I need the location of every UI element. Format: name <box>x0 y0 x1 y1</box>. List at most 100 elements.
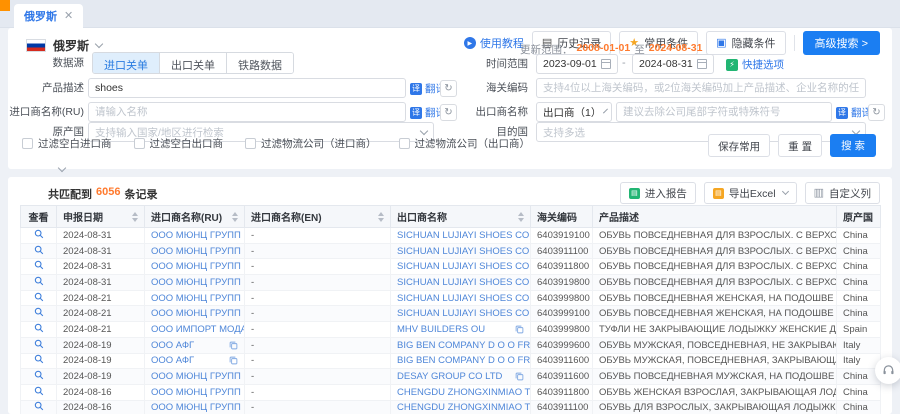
sort-icon[interactable] <box>132 212 138 222</box>
exporter-link[interactable]: DESAY GROUP CO LTD <box>397 371 502 382</box>
view-row-icon[interactable] <box>34 276 44 286</box>
view-row-icon[interactable] <box>34 339 44 349</box>
exporter-link[interactable]: MHV BUILDERS OU <box>397 324 485 335</box>
exporter-link[interactable]: SICHUAN LUJIAYI SHOES CO LTD <box>397 277 531 288</box>
enter-report-button[interactable]: ▤ 进入报告 <box>620 182 696 204</box>
country-name: 俄罗斯 <box>53 37 89 54</box>
exporter-link[interactable]: BIG BEN COMPANY D O O FROM BEST T <box>397 340 531 351</box>
tab-export-declarations[interactable]: 出口关单 <box>160 53 227 73</box>
view-row-icon[interactable] <box>34 260 44 270</box>
view-row-icon[interactable] <box>34 354 44 364</box>
cell-hs-code: 6403999800 <box>531 322 593 338</box>
cell-date: 2024-08-19 <box>57 337 145 353</box>
importer-ru-link[interactable]: ООО МЮНЦ ГРУПП <box>151 402 241 413</box>
copy-icon[interactable] <box>515 325 524 334</box>
view-row-icon[interactable] <box>34 323 44 333</box>
translate-icon: 译 <box>836 107 848 119</box>
cell-description: ОБУВЬ ПОВСЕДНЕВНАЯ МУЖСКАЯ, НА ПОДОШВЕ И… <box>593 369 837 385</box>
hide-conditions-button[interactable]: ▣ 隐藏条件 <box>706 31 785 55</box>
importer-ru-link[interactable]: ООО МЮНЦ ГРУПП <box>151 387 241 398</box>
exporter-input[interactable] <box>623 106 825 118</box>
date-to-input[interactable]: 2024-08-31 <box>632 54 714 74</box>
results-summary: 共匹配到6056条记录 <box>48 186 157 202</box>
sort-icon[interactable] <box>232 212 238 222</box>
cell-description: ОБУВЬ ПОВСЕДНЕВНАЯ ЖЕНСКАЯ, НА ПОДОШВЕ И… <box>593 290 837 306</box>
copy-icon[interactable] <box>515 372 524 381</box>
exporter-link[interactable]: BIG BEN COMPANY D O O FROM BEST T <box>397 355 531 366</box>
chevron-down-icon <box>95 40 103 48</box>
exporter-type-select[interactable]: 出口商（1） <box>536 102 612 122</box>
exporter-link[interactable]: SICHUAN LUJIAYI SHOES CO LTD <box>397 293 531 304</box>
product-input[interactable] <box>95 82 399 94</box>
view-row-icon[interactable] <box>34 370 44 380</box>
exporter-link[interactable]: SICHUAN LUJIAYI SHOES CO LTD <box>397 246 531 257</box>
copy-icon[interactable] <box>229 341 238 350</box>
tab-rail-data[interactable]: 铁路数据 <box>227 53 293 73</box>
field-history-icon[interactable]: ↻ <box>868 104 885 121</box>
importer-ru-link[interactable]: ООО ИМПОРТ МОДА <box>151 324 245 335</box>
date-from-input[interactable]: 2023-09-01 <box>536 54 618 74</box>
exporter-link[interactable]: SICHUAN LUJIAYI SHOES CO LTD <box>397 230 531 241</box>
cell-date: 2024-08-19 <box>57 353 145 369</box>
view-row-icon[interactable] <box>34 292 44 302</box>
tab-bar: 俄罗斯 ✕ <box>0 0 900 28</box>
importer-ru-link[interactable]: ООО МЮНЦ ГРУПП <box>151 230 241 241</box>
tab-import-declarations[interactable]: 进口关单 <box>93 53 160 73</box>
importer-ru-link[interactable]: ООО МЮНЦ ГРУПП <box>151 246 241 257</box>
cell-exporter: SICHUAN LUJIAYI SHOES CO LTD <box>391 228 531 244</box>
customer-service-button[interactable] <box>875 357 900 384</box>
copy-icon[interactable] <box>229 356 238 365</box>
checkbox-filter-logistics-exporter[interactable]: 过滤物流公司（出口商） <box>399 136 531 151</box>
view-row-icon[interactable] <box>34 386 44 396</box>
tutorial-link[interactable]: ▶ 使用教程 <box>464 35 524 51</box>
excel-icon: ▤ <box>713 188 724 199</box>
importer-ru-link[interactable]: ООО МЮНЦ ГРУПП <box>151 371 241 382</box>
view-row-icon[interactable] <box>34 229 44 239</box>
translate-link[interactable]: 译 翻译 <box>836 105 872 120</box>
cell-exporter: SICHUAN LUJIAYI SHOES CO LTD <box>391 259 531 275</box>
country-selector[interactable]: 俄罗斯 <box>26 37 102 54</box>
checkbox-filter-blank-exporter[interactable]: 过滤空白出口商 <box>134 136 224 151</box>
exporter-link[interactable]: SICHUAN LUJIAYI SHOES CO LTD <box>397 261 531 272</box>
results-panel: 共匹配到6056条记录 ▤ 进入报告 ▤ 导出Excel ▥ 自定义列 <box>8 177 892 414</box>
cell-exporter: CHENGDU ZHONGXINMIAO TRADING C <box>391 400 531 414</box>
sort-icon[interactable] <box>518 212 524 222</box>
importer-ru-link[interactable]: ООО МЮНЦ ГРУПП <box>151 293 241 304</box>
checkbox-filter-logistics-importer[interactable]: 过滤物流公司（进口商） <box>245 136 377 151</box>
advanced-search-button[interactable]: 高级搜索 > <box>803 31 880 55</box>
exporter-link[interactable]: CHENGDU ZHONGXINMIAO TRADING C <box>397 402 531 413</box>
importer-ru-link[interactable]: ООО МЮНЦ ГРУПП <box>151 308 241 319</box>
exporter-link[interactable]: SICHUAN LUJIAYI SHOES CO LTD <box>397 308 531 319</box>
view-row-icon[interactable] <box>34 307 44 317</box>
cell-origin: Italy <box>837 353 881 369</box>
cell-importer-ru: ООО МЮНЦ ГРУПП <box>145 243 245 259</box>
importer-ru-link[interactable]: ООО МЮНЦ ГРУПП <box>151 261 241 272</box>
tab-russia[interactable]: 俄罗斯 ✕ <box>14 4 83 28</box>
importer-input[interactable] <box>95 106 399 118</box>
reset-button[interactable]: 重 置 <box>778 134 822 157</box>
customize-columns-button[interactable]: ▥ 自定义列 <box>805 182 880 204</box>
cell-date: 2024-08-31 <box>57 243 145 259</box>
export-excel-button[interactable]: ▤ 导出Excel <box>704 182 797 204</box>
sort-icon[interactable] <box>378 212 384 222</box>
cell-importer-ru: ООО АФГ <box>145 337 245 353</box>
quick-options-link[interactable]: ⚡ 快捷选项 <box>726 57 784 72</box>
view-row-icon[interactable] <box>34 245 44 255</box>
importer-ru-link[interactable]: ООО АФГ <box>151 355 194 366</box>
save-favorite-button[interactable]: 保存常用 <box>708 134 770 157</box>
importer-ru-link[interactable]: ООО МЮНЦ ГРУПП <box>151 277 241 288</box>
search-button[interactable]: 搜 索 <box>830 134 876 157</box>
hide-conditions-icon: ▣ <box>716 38 726 49</box>
cell-description: ОБУВЬ ПОВСЕДНЕВНАЯ ДЛЯ ВЗРОСЛЫХ. С ВЕРХО… <box>593 275 837 291</box>
cell-importer-ru: ООО МЮНЦ ГРУПП <box>145 228 245 244</box>
cell-hs-code: 6403999100 <box>531 306 593 322</box>
tutorial-icon: ▶ <box>464 37 476 49</box>
hs-code-input[interactable] <box>543 82 859 94</box>
view-row-icon[interactable] <box>34 401 44 411</box>
importer-ru-link[interactable]: ООО АФГ <box>151 340 194 351</box>
cell-origin: China <box>837 400 881 414</box>
exporter-link[interactable]: CHENGDU ZHONGXINMIAO TRADING C <box>397 387 531 398</box>
checkbox-filter-blank-importer[interactable]: 过滤空白进口商 <box>22 136 112 151</box>
close-icon[interactable]: ✕ <box>64 11 73 22</box>
cell-description: ТУФЛИ НЕ ЗАКРЫВАЮЩИЕ ЛОДЫЖКУ ЖЕНСКИЕ ДЛЯ… <box>593 322 837 338</box>
